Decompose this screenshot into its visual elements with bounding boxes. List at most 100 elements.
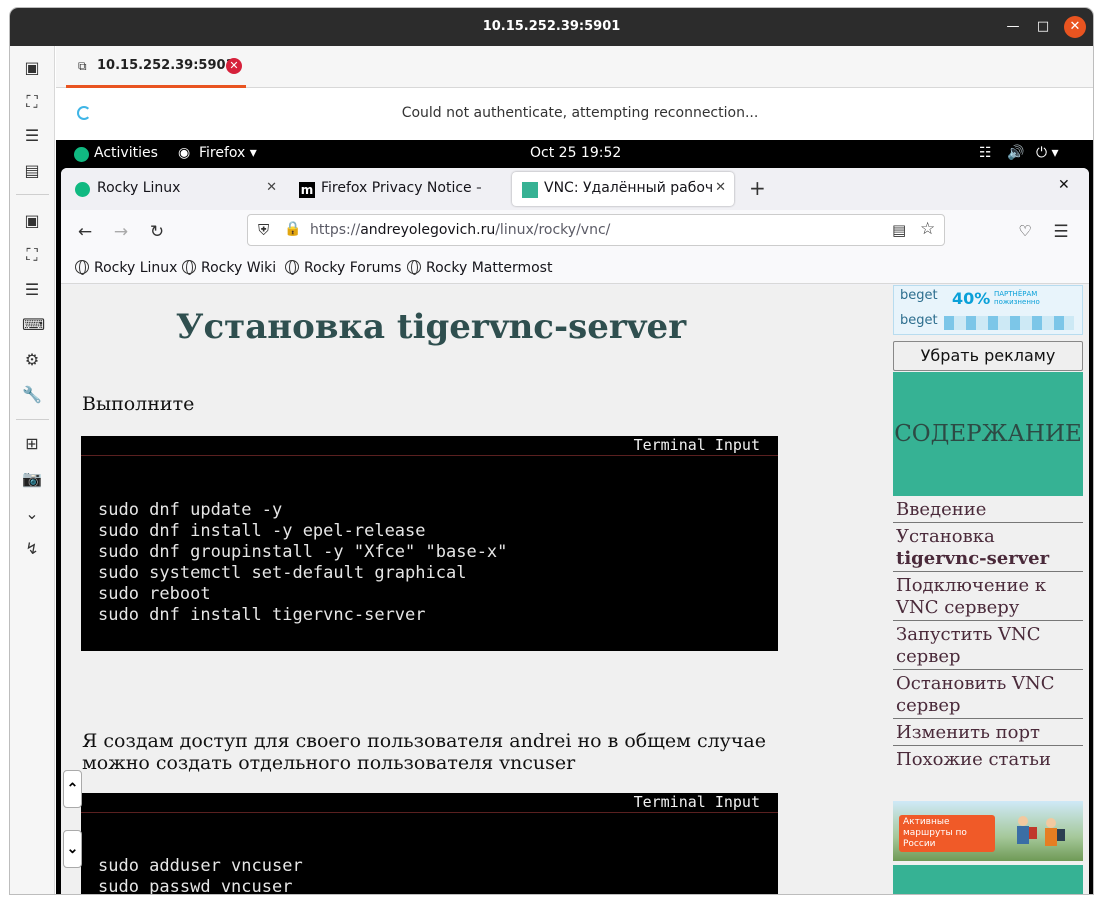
- terminal-code[interactable]: sudo dnf update -y sudo dnf install -y e…: [81, 456, 778, 626]
- scroll-down-button[interactable]: ⌄: [63, 830, 82, 868]
- remove-ads-button[interactable]: Убрать рекламу: [893, 341, 1083, 371]
- terminal-header: Terminal Input: [81, 436, 778, 456]
- tab-close-icon[interactable]: ✕: [715, 180, 726, 195]
- beget-percent: 40%: [952, 289, 991, 308]
- bookmark-rocky-wiki[interactable]: Rocky Wiki: [182, 260, 276, 276]
- shield-icon[interactable]: ⛨: [258, 221, 269, 239]
- terminal-header: Terminal Input: [81, 793, 778, 813]
- multimonitor-icon[interactable]: ▤: [22, 161, 42, 181]
- forward-arrow-icon[interactable]: →: [111, 222, 131, 242]
- maximize-icon[interactable]: □: [1032, 16, 1054, 38]
- minimize-icon[interactable]: —: [1002, 16, 1024, 38]
- disconnect-icon[interactable]: ↯: [22, 539, 42, 559]
- pocket-icon[interactable]: ♡: [1015, 222, 1035, 240]
- toc-link[interactable]: Запустить VNC сервер: [893, 621, 1083, 670]
- tab-label: Rocky Linux: [97, 180, 181, 196]
- beget-logo: beget: [900, 313, 938, 328]
- url-bar[interactable]: ⛨ 🔒 https://andreyolegovich.ru/linux/roc…: [247, 214, 945, 246]
- gnome-top-bar: Activities ◉ Firefox ▾ Oct 25 19:52 ☷ 🔊 …: [56, 140, 1093, 168]
- table-of-contents: Введение Установка tigervnc-server Подклю…: [893, 496, 1083, 772]
- browser-tab-vnc[interactable]: VNC: Удалённый рабочий стол ✕: [512, 172, 734, 206]
- duplicate-icon[interactable]: ⊞: [22, 434, 42, 454]
- toc-heading: СОДЕРЖАНИЕ: [893, 372, 1083, 496]
- hikers-image: [1017, 816, 1065, 846]
- globe-icon: [75, 260, 89, 275]
- toolbar-divider: [16, 419, 49, 420]
- bookmark-rocky-linux[interactable]: Rocky Linux: [75, 260, 177, 276]
- globe-icon: [407, 260, 421, 275]
- app-menu-button[interactable]: Firefox ▾: [199, 145, 257, 161]
- tools-wrench-icon[interactable]: 🔧: [22, 385, 42, 405]
- site-favicon-icon: [522, 182, 538, 198]
- remmina-toolbar: ▣ ⛶ ☰ ▤ ▣ ⛶ ☰ ⌨ ⚙ 🔧 ⊞ 📷 ⌄ ↯: [10, 46, 55, 894]
- scroll-up-button[interactable]: ⌃: [63, 770, 82, 808]
- firefox-app-icon: ◉: [178, 145, 191, 161]
- firefox-window: Rocky Linux ✕ m Firefox Privacy Notice —…: [61, 168, 1089, 894]
- mozilla-favicon-icon: m: [299, 182, 315, 198]
- toc-link[interactable]: Подключение к VNC серверу: [893, 572, 1083, 621]
- remmina-connection-tab[interactable]: ⧉ 10.15.252.39:5901 ✕: [66, 46, 246, 88]
- terminal-code[interactable]: sudo adduser vncuser sudo passwd vncuser: [81, 813, 778, 894]
- keyboard-icon[interactable]: ⌨: [22, 315, 45, 335]
- web-page: Установка tigervnc-server Выполните Term…: [61, 285, 1089, 894]
- dynamic-resolution-icon[interactable]: ⛶: [22, 245, 42, 265]
- clock[interactable]: Oct 25 19:52: [530, 145, 621, 161]
- bookmark-label: Rocky Linux: [94, 260, 178, 276]
- beget-ad-graphics: [944, 316, 1074, 330]
- activities-button[interactable]: Activities: [94, 145, 158, 161]
- toolbar-divider: [16, 194, 49, 195]
- url-text[interactable]: https://andreyolegovich.ru/linux/rocky/v…: [310, 222, 610, 238]
- tab-close-icon[interactable]: ✕: [266, 180, 277, 195]
- tab-label: VNC: Удалённый рабочий стол: [544, 180, 714, 196]
- terminal-block: Terminal Input sudo dnf update -y sudo d…: [81, 436, 778, 651]
- preferences-gears-icon[interactable]: ⚙: [22, 350, 42, 370]
- connection-windows-icon: ⧉: [78, 59, 87, 73]
- bookmark-label: Rocky Forums: [304, 260, 402, 276]
- close-tab-icon[interactable]: ✕: [226, 58, 242, 74]
- menu-lines-icon[interactable]: ☰: [22, 126, 42, 146]
- toc-link[interactable]: Изменить порт: [893, 719, 1083, 746]
- bookmark-rocky-mattermost[interactable]: Rocky Mattermost: [407, 260, 552, 276]
- network-icon[interactable]: ☷: [979, 145, 992, 161]
- close-window-button[interactable]: ✕: [1064, 16, 1086, 38]
- hamburger-menu-icon[interactable]: ☰: [1051, 222, 1071, 242]
- paragraph: Я создам доступ для своего пользователя …: [82, 730, 766, 774]
- remote-desktop-view[interactable]: Activities ◉ Firefox ▾ Oct 25 19:52 ☷ 🔊 …: [56, 140, 1093, 894]
- minimize-chevron-icon[interactable]: ⌄: [22, 504, 42, 524]
- fullscreen-toggle-icon[interactable]: ▣: [22, 58, 42, 78]
- rocky-logo-icon: [74, 147, 89, 162]
- bookmark-rocky-forums[interactable]: Rocky Forums: [285, 260, 401, 276]
- toc-link[interactable]: Введение: [893, 496, 1083, 523]
- new-tab-icon[interactable]: +: [749, 176, 766, 200]
- reader-view-icon[interactable]: ▤: [892, 221, 906, 239]
- volume-icon[interactable]: 🔊: [1007, 145, 1024, 161]
- url-prefix: https://: [310, 222, 361, 238]
- tab-label: Firefox Privacy Notice — Mozilla: [321, 180, 481, 196]
- sidebar: beget 40% ПАРТНЁРАМ пожизненно beget Убр…: [893, 285, 1083, 894]
- browser-tab-rocky[interactable]: Rocky Linux ✕: [65, 172, 285, 206]
- reconnect-message: Could not authenticate, attempting recon…: [401, 105, 759, 121]
- remmina-tab-label: 10.15.252.39:5901: [97, 58, 235, 73]
- toc-link[interactable]: Похожие статьи: [893, 746, 1083, 772]
- beget-logo: beget: [900, 288, 938, 303]
- lock-icon[interactable]: 🔒: [284, 221, 301, 237]
- navigation-toolbar: ← → ↻ ⛨ 🔒 https://andreyolegovich.ru/lin…: [61, 210, 1089, 254]
- beget-ad-banner[interactable]: beget 40% ПАРТНЁРАМ пожизненно beget: [893, 285, 1083, 335]
- remmina-window: 10.15.252.39:5901 — □ ✕ ▣ ⛶ ☰ ▤ ▣ ⛶ ☰ ⌨ …: [9, 7, 1094, 895]
- toc-link[interactable]: Остановить VNC сервер: [893, 670, 1083, 719]
- routes-ad-banner[interactable]: Активные маршруты по России: [893, 801, 1083, 861]
- browser-tab-privacy[interactable]: m Firefox Privacy Notice — Mozilla: [289, 172, 504, 206]
- window-titlebar[interactable]: 10.15.252.39:5901 — □ ✕: [10, 8, 1093, 46]
- bookmark-star-icon[interactable]: ☆: [920, 219, 935, 239]
- fit-window-icon[interactable]: ⛶: [22, 92, 42, 112]
- reload-icon[interactable]: ↻: [147, 222, 167, 242]
- scale-icon[interactable]: ▣: [22, 211, 42, 231]
- quality-menu-icon[interactable]: ☰: [22, 280, 42, 300]
- screenshot-camera-icon[interactable]: 📷: [22, 469, 42, 489]
- beget-partner-text: ПАРТНЁРАМ пожизненно: [994, 290, 1040, 306]
- toc-link-text-bold: tigervnc-server: [896, 548, 1050, 569]
- power-icon[interactable]: ⏻ ▾: [1036, 145, 1059, 161]
- back-arrow-icon[interactable]: ←: [75, 222, 95, 242]
- toc-link-current[interactable]: Установка tigervnc-server: [893, 523, 1083, 572]
- close-firefox-icon[interactable]: ✕: [1058, 177, 1070, 193]
